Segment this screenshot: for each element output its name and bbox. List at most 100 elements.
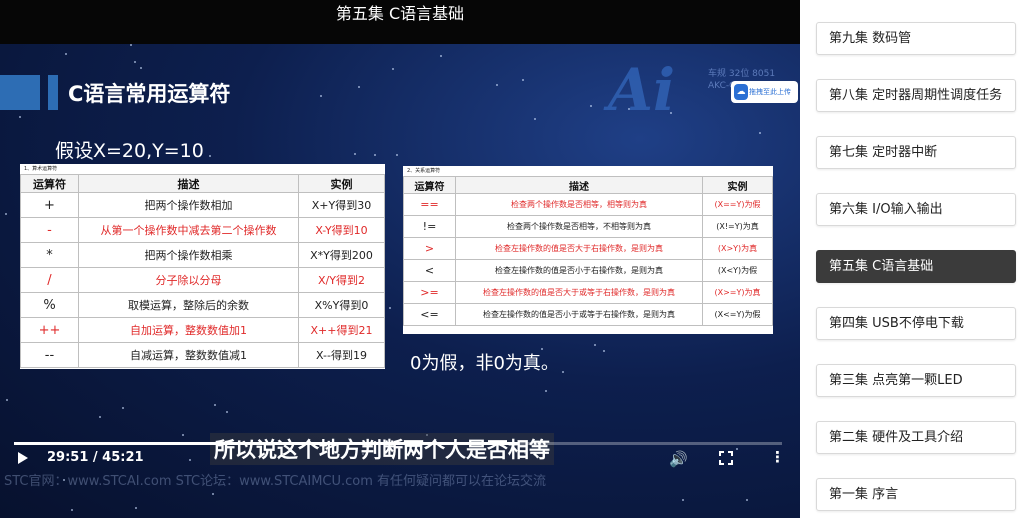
operator-cell: -: [20, 217, 79, 243]
star-dot: [358, 86, 360, 88]
episode-item[interactable]: 第九集 数码管: [816, 22, 1016, 55]
rel-table-caption: 2、关系运算符: [407, 168, 441, 174]
description-cell: 分子除以分母: [78, 267, 299, 293]
description-cell: 从第一个操作数中减去第二个操作数: [78, 217, 299, 243]
operator-cell: *: [20, 242, 79, 268]
arith-table-header-row: 运算符 描述 实例: [20, 174, 385, 193]
more-vert-icon[interactable]: ⋮: [770, 450, 785, 465]
star-dot: [682, 499, 684, 501]
slide-frame: C语言常用运算符 Ai 车规 32位 8051 AKC-C ☁ 拖拽至此上传 假…: [0, 44, 800, 518]
progress-bar[interactable]: [14, 442, 782, 445]
example-cell: (X!=Y)为真: [702, 215, 773, 238]
example-cell: X++得到21: [298, 317, 385, 343]
star-dot: [594, 344, 596, 346]
episode-item[interactable]: 第四集 USB不停电下载: [816, 307, 1016, 340]
upload-label: 拖拽至此上传: [749, 88, 791, 96]
star-dot: [320, 95, 322, 97]
ai-logo: Ai: [608, 56, 676, 124]
star-dot: [354, 153, 356, 155]
operator-cell: ++: [20, 317, 79, 343]
play-icon[interactable]: [18, 452, 28, 464]
operator-cell: +: [20, 192, 79, 218]
rel-table: 运算符 描述 实例 == 检查两个操作数是否相等，相等则为真 (X==Y)为假 != 检…: [403, 176, 773, 326]
table-row: > 检查左操作数的值是否大于右操作数，是则为真 (X>Y)为真: [403, 237, 773, 260]
example-cell: (X<=Y)为假: [702, 303, 773, 326]
table-row: >= 检查左操作数的值是否大于或等于右操作数，是则为真 (X>=Y)为真: [403, 281, 773, 304]
example-cell: X--得到19: [298, 342, 385, 368]
table-row: == 检查两个操作数是否相等，相等则为真 (X==Y)为假: [403, 193, 773, 216]
column-header: 实例: [298, 174, 385, 193]
rel-table-card: 2、关系运算符 运算符 描述 实例 == 检查两个操作数是否相等，相等则为真 (X=…: [403, 166, 773, 334]
video-player[interactable]: 第五集 C语言基础 C语言常用运算符 Ai 车规 32位 8051 AKC-C …: [0, 0, 800, 518]
description-cell: 检查两个操作数是否相等，不相等则为真: [455, 215, 703, 238]
star-dot: [392, 68, 394, 70]
episode-item[interactable]: 第五集 C语言基础: [816, 250, 1016, 283]
video-subtitle: 所以说这个地方判断两个人是否相等: [210, 433, 554, 465]
site-watermark: STC官网：www.STCAI.com STC论坛：www.STCAIMCU.c…: [4, 474, 547, 489]
star-dot: [6, 399, 8, 401]
slide-header-bar: [48, 75, 58, 110]
time-display: 29:51 / 45:21: [47, 450, 144, 465]
description-cell: 自加运算，整数数值加1: [78, 317, 299, 343]
description-cell: 检查左操作数的值是否大于右操作数，是则为真: [455, 237, 703, 260]
episode-item[interactable]: 第七集 定时器中断: [816, 136, 1016, 169]
column-header: 实例: [702, 176, 773, 194]
description-cell: 检查左操作数的值是否大于或等于右操作数，是则为真: [455, 281, 703, 304]
table-row: + 把两个操作数相加 X+Y得到30: [20, 192, 385, 218]
example-cell: X/Y得到2: [298, 267, 385, 293]
episode-item[interactable]: 第三集 点亮第一颗LED: [816, 364, 1016, 397]
description-cell: 检查左操作数的值是否小于或等于右操作数，是则为真: [455, 303, 703, 326]
slide-header-block: [0, 75, 40, 110]
table-row: ++ 自加运算，整数数值加1 X++得到21: [20, 317, 385, 343]
star-dot: [182, 434, 184, 436]
column-header: 描述: [455, 176, 703, 194]
table-row: % 取模运算，整除后的余数 X%Y得到0: [20, 292, 385, 318]
table-row: -- 自减运算，整数数值减1 X--得到19: [20, 342, 385, 368]
episode-sidebar: 第九集 数码管 第八集 定时器周期性调度任务 第七集 定时器中断 第六集 I/O输入输…: [800, 0, 1021, 518]
volume-icon[interactable]: 🔊: [669, 450, 688, 468]
star-dot: [140, 67, 142, 69]
episode-item[interactable]: 第一集 序言: [816, 478, 1016, 511]
upload-button[interactable]: ☁ 拖拽至此上传: [731, 81, 798, 103]
star-dot: [122, 407, 124, 409]
description-cell: 检查左操作数的值是否小于右操作数，是则为真: [455, 259, 703, 282]
star-dot: [396, 154, 398, 156]
star-dot: [736, 448, 738, 450]
column-header: 描述: [78, 174, 299, 193]
description-cell: 检查两个操作数是否相等，相等则为真: [455, 193, 703, 216]
fullscreen-icon[interactable]: [719, 451, 733, 465]
star-dot: [496, 84, 498, 86]
star-dot: [746, 499, 748, 501]
episode-item[interactable]: 第六集 I/O输入输出: [816, 193, 1016, 226]
operator-cell: >: [403, 237, 456, 260]
star-dot: [374, 154, 376, 156]
table-row: != 检查两个操作数是否相等，不相等则为真 (X!=Y)为真: [403, 215, 773, 238]
example-cell: X%Y得到0: [298, 292, 385, 318]
star-dot: [130, 44, 132, 46]
episode-item[interactable]: 第八集 定时器周期性调度任务: [816, 79, 1016, 112]
operator-cell: ==: [403, 193, 456, 216]
operator-cell: !=: [403, 215, 456, 238]
star-dot: [389, 307, 391, 309]
example-cell: X*Y得到200: [298, 242, 385, 268]
star-dot: [71, 509, 73, 511]
star-dot: [226, 411, 228, 413]
star-dot: [189, 459, 191, 461]
star-dot: [209, 155, 211, 157]
slide-heading: C语言常用运算符: [68, 82, 231, 106]
column-header: 运算符: [20, 174, 79, 193]
example-cell: X-Y得到10: [298, 217, 385, 243]
table-row: < 检查左操作数的值是否小于右操作数，是则为真 (X<Y)为假: [403, 259, 773, 282]
star-dot: [212, 493, 214, 495]
star-dot: [562, 371, 564, 373]
star-dot: [99, 416, 101, 418]
logo-subtext-line: 车规 32位 8051: [708, 69, 776, 79]
episode-item[interactable]: 第二集 硬件及工具介绍: [816, 421, 1016, 454]
example-cell: (X>=Y)为真: [702, 281, 773, 304]
table-row: / 分子除以分母 X/Y得到2: [20, 267, 385, 293]
star-dot: [65, 53, 67, 55]
arith-table-card: 1、算术运算符 运算符 描述 实例 + 把两个操作数相加 X+Y得到30- 从第一个操…: [20, 164, 385, 369]
example-cell: (X<Y)为假: [702, 259, 773, 282]
description-cell: 把两个操作数相乘: [78, 242, 299, 268]
app-root: 第五集 C语言基础 C语言常用运算符 Ai 车规 32位 8051 AKC-C …: [0, 0, 1021, 518]
